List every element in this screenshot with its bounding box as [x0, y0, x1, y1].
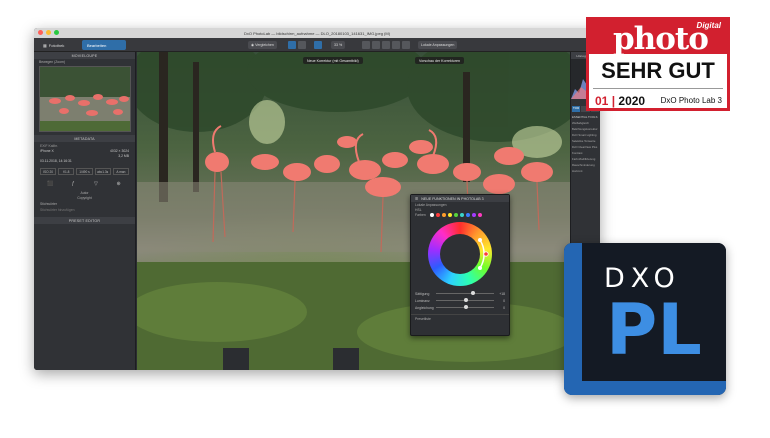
colors-label: Farben	[415, 213, 426, 217]
minimize-window-button[interactable]	[46, 30, 51, 35]
loupe-tag: Bewegen (Zoom)	[39, 60, 66, 64]
exif-shutter: 1/490 s	[76, 168, 93, 175]
exif-mode: A man	[112, 168, 129, 175]
tool-item[interactable]: Horizont	[571, 168, 600, 174]
badge-header: Digital photo	[589, 20, 727, 57]
color-swatch[interactable]	[441, 213, 446, 217]
view-single-button[interactable]	[288, 41, 296, 49]
color-channel-selector: Farben	[411, 212, 509, 218]
badge-divider	[593, 88, 723, 89]
metadata-header: METADATA	[34, 135, 135, 142]
uniformity-slider[interactable]: Angleichung 0	[411, 304, 509, 311]
preview-corrections-button[interactable]: Vorschau der Korrekturen	[415, 57, 464, 64]
capture-date: 03.11.2018, 14:16:31	[40, 159, 72, 163]
saturation-label: Sättigung	[415, 291, 430, 296]
zoom-value: 33 %	[334, 43, 343, 47]
color-swatch[interactable]	[459, 213, 464, 217]
preset-editor-header[interactable]: PRESET EDITOR	[34, 217, 135, 224]
color-swatch[interactable]	[471, 213, 476, 217]
repair-tool-button[interactable]	[392, 41, 400, 49]
iso-icon: ⊕	[116, 181, 121, 187]
tab-library[interactable]: ▦ Fotothek	[38, 40, 78, 50]
award-badge: Digital photo SEHR GUT 01 | 2020 DxO Pho…	[586, 17, 730, 111]
preset-list-button[interactable]: Presetliste	[411, 314, 509, 321]
badge-rating: SEHR GUT	[601, 58, 715, 83]
close-window-button[interactable]	[38, 30, 43, 35]
view-split-button[interactable]	[298, 41, 306, 49]
red-eye-tool-button[interactable]	[402, 41, 410, 49]
grid-icon: ▦	[43, 42, 47, 48]
hsl-color-wheel[interactable]	[428, 222, 492, 286]
logo-pl-text: PL	[606, 289, 702, 371]
crop-tool-button[interactable]	[362, 41, 370, 49]
dxo-photolab-logo: DXO PL	[564, 243, 726, 395]
camera-icon: ⬛	[47, 181, 54, 187]
exif-icons: ⬛ ƒ ▽ ⊕	[34, 177, 135, 191]
new-correction-label: Neue Korrektur (mit Gesamtbild)	[307, 58, 359, 63]
loupe-thumbnail	[40, 67, 130, 131]
badge-issue-year: 2020	[618, 94, 646, 108]
uniformity-value: 0	[503, 305, 505, 310]
tab-customize[interactable]: Bearbeiten	[82, 40, 126, 50]
exif-ev: abc1.3s	[94, 168, 111, 175]
file-size: 3,2 MB	[118, 154, 129, 158]
filter-icon: ▽	[93, 181, 98, 187]
title-bar: DxO PhotoLab — bildschirm_aufnahme — DLO…	[34, 28, 600, 38]
color-swatch[interactable]	[435, 213, 440, 217]
window-controls	[38, 30, 59, 35]
saturation-knob[interactable]	[470, 291, 475, 295]
loupe-header: MOVIELOUPE	[34, 52, 135, 59]
color-swatch[interactable]	[453, 213, 458, 217]
color-swatch[interactable]	[447, 213, 452, 217]
preview-corrections-label: Vorschau der Korrekturen	[419, 58, 460, 63]
aperture-icon: ƒ	[71, 181, 75, 187]
compare-label: Vergleichen	[255, 43, 274, 47]
metadata-rows: EXIF Kalibr. iPhone X 4032 × 3024 3,2 MB…	[34, 142, 135, 166]
local-adjustments-label: Lokale Anpassungen	[421, 43, 455, 47]
luminance-knob[interactable]	[463, 298, 468, 302]
badge-issue: 01 | 2020	[595, 94, 646, 108]
compare-button[interactable]: ◉ Vergleichen	[248, 41, 277, 49]
local-adjustments-button[interactable]: Lokale Anpassungen	[418, 41, 458, 49]
tab-customize-label: Bearbeiten	[87, 42, 107, 48]
badge-product: DxO Photo Lab 3	[660, 96, 722, 105]
camera-model: iPhone X	[40, 149, 54, 153]
tab-tools[interactable]: TOR	[572, 106, 581, 112]
metadata-row: 03.11.2018, 14:16:31	[40, 159, 129, 164]
badge-issue-number: 01	[595, 94, 609, 108]
saturation-slider[interactable]: Sättigung +18	[411, 290, 509, 297]
color-swatch[interactable]	[465, 213, 470, 217]
window-title: DxO PhotoLab — bildschirm_aufnahme — DLO…	[243, 30, 391, 36]
zoom-select[interactable]: 33 %	[331, 41, 346, 49]
photolab-window: DxO PhotoLab — bildschirm_aufnahme — DLO…	[34, 28, 600, 370]
luminance-value: 0	[503, 298, 505, 303]
new-correction-button[interactable]: Neue Korrektur (mit Gesamtbild)	[303, 57, 363, 64]
luminance-label: Luminanz	[415, 298, 430, 303]
magazine-logo: photo	[613, 21, 709, 57]
wheel-range-handles[interactable]	[428, 222, 492, 286]
main-toolbar: ▦ Fotothek Bearbeiten ◉ Vergleichen 33 %…	[34, 38, 600, 52]
panel-menu-icon[interactable]: ☰	[415, 197, 418, 201]
uniformity-knob[interactable]	[463, 305, 468, 309]
hsl-panel-header: ☰ NEUE FUNKTIONEN IN PHOTOLAB 3	[411, 195, 509, 202]
maximize-window-button[interactable]	[54, 30, 59, 35]
hsl-panel-title: NEUE FUNKTIONEN IN PHOTOLAB 3	[421, 196, 484, 201]
saturation-value: +18	[499, 291, 505, 296]
horizon-tool-button[interactable]	[372, 41, 380, 49]
keywords-input[interactable]: Stichwörter hinzufügen	[34, 207, 135, 213]
exif-aperture: f/1.8	[58, 168, 75, 175]
tab-library-label: Fotothek	[48, 42, 65, 48]
color-swatch[interactable]	[429, 213, 434, 217]
left-panel: MOVIELOUPE Bewegen (Zoom) METADATA EXIF …	[34, 52, 136, 370]
loupe-preview[interactable]	[39, 66, 131, 132]
fit-button[interactable]	[314, 41, 322, 49]
luminance-slider[interactable]: Luminanz 0	[411, 297, 509, 304]
exif-grid: ISO 20 f/1.8 1/490 s abc1.3s A man	[34, 166, 135, 177]
hsl-panel[interactable]: ☰ NEUE FUNKTIONEN IN PHOTOLAB 3 Lokale A…	[410, 194, 510, 336]
uniformity-label: Angleichung	[415, 305, 434, 310]
exif-iso: ISO 20	[40, 168, 57, 175]
color-swatch[interactable]	[477, 213, 482, 217]
perspective-tool-button[interactable]	[382, 41, 390, 49]
